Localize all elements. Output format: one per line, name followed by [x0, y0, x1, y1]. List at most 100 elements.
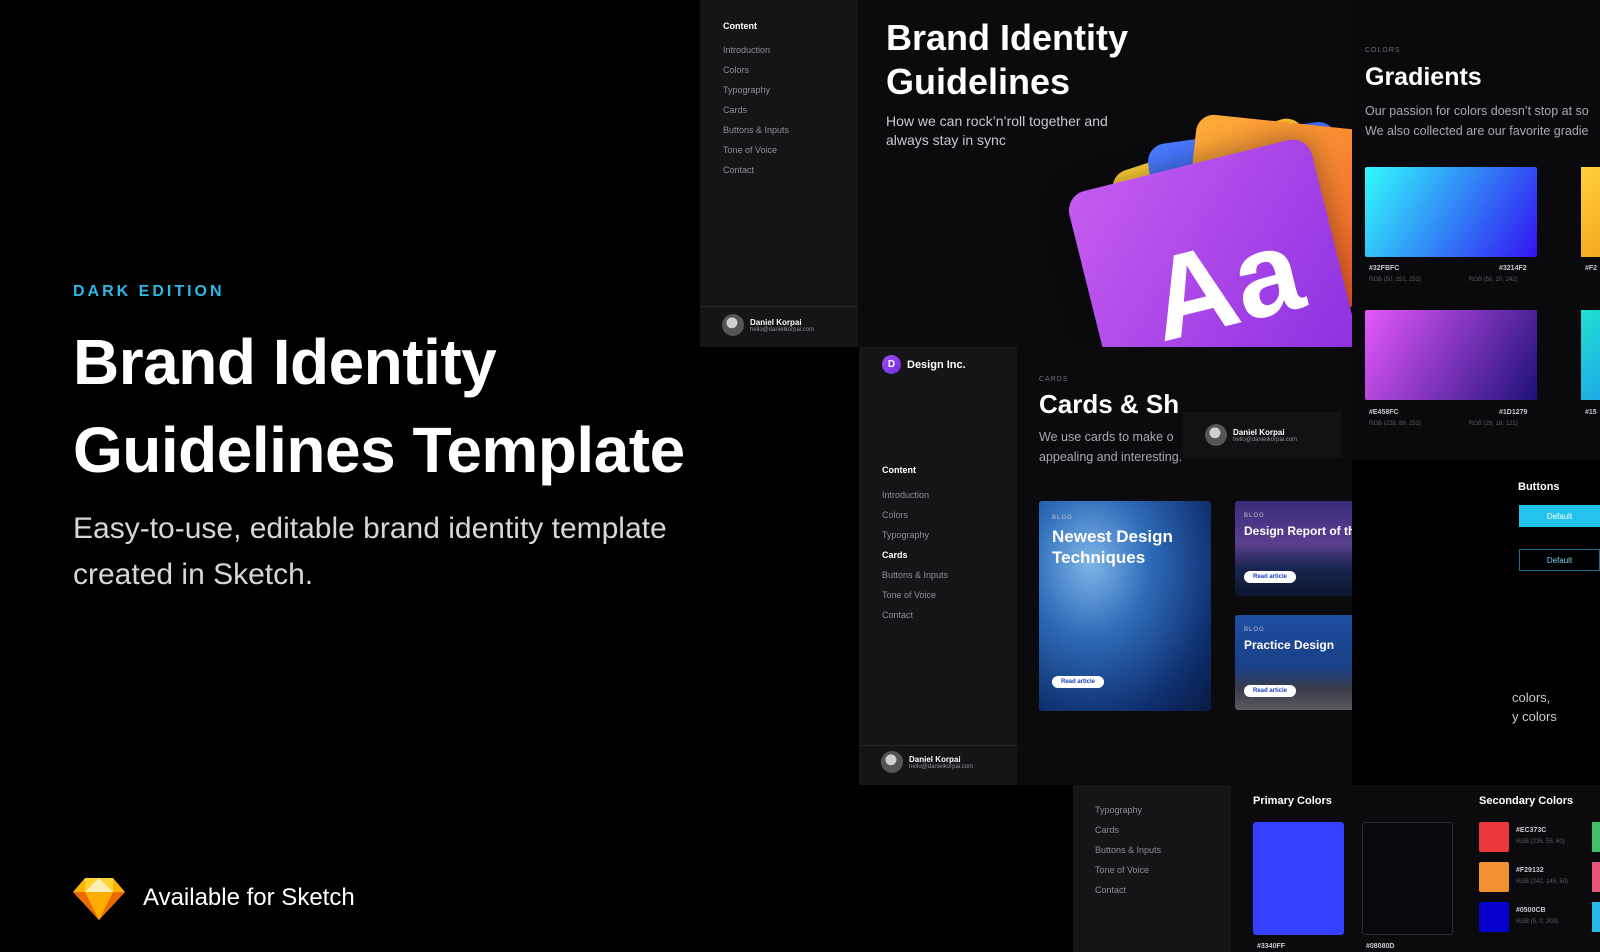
cards-subtitle-line-2: appealing and interesting.	[1039, 450, 1183, 464]
nav-item-tone-of-voice[interactable]: Tone of Voice	[1095, 865, 1149, 875]
secondary-swatch-orange[interactable]	[1479, 862, 1509, 892]
nav-item-contact[interactable]: Contact	[882, 610, 913, 620]
gradients-subtitle-line-2: We also collected are our favorite gradi…	[1365, 124, 1589, 138]
secondary-swatch-red[interactable]	[1479, 822, 1509, 852]
cards-label: CARDS	[1039, 376, 1069, 383]
intro-title-line-1: Brand Identity	[886, 17, 1129, 58]
gradient-hex-partial-1: #F2	[1585, 265, 1598, 272]
brand-name: Design Inc.	[907, 358, 966, 371]
gradients-subtitle: Our passion for colors doesn’t stop at s…	[1365, 101, 1589, 141]
secondary-hex-red: #EC373C	[1516, 827, 1547, 834]
gradient-rgb-a: RGB (228, 88, 252)	[1369, 421, 1422, 427]
hero-subtitle-line-2: created in Sketch.	[73, 558, 314, 591]
nav-item-colors[interactable]: Colors	[723, 65, 749, 75]
card-tag: BLOG	[1244, 627, 1265, 633]
secondary-rgb-red: RGB (236, 55, 60)	[1516, 839, 1565, 845]
gradients-subtitle-line-1: Our passion for colors doesn’t stop at s…	[1365, 104, 1589, 118]
primary-swatch-blue[interactable]	[1253, 822, 1344, 935]
card-title: Newest Design Techniques	[1052, 527, 1173, 567]
card-tag: BLOG	[1052, 515, 1073, 521]
brand-logo-icon: D	[882, 355, 901, 374]
secondary-swatch-partial-pink[interactable]	[1592, 862, 1600, 892]
gradient-swatch-partial-yellow[interactable]	[1581, 167, 1600, 257]
gradients-title: Gradients	[1365, 63, 1482, 91]
nav-item-typography[interactable]: Typography	[1095, 805, 1142, 815]
primary-hex-blue: #3340FF	[1257, 943, 1286, 950]
hero-title-line-2: Guidelines Template	[73, 414, 685, 486]
card-title: Design Report of the Month	[1244, 524, 1352, 538]
nav-item-contact[interactable]: Contact	[723, 165, 754, 175]
gradient-swatch-pink-navy[interactable]	[1365, 310, 1537, 400]
gradient-swatch-cyan-blue[interactable]	[1365, 167, 1537, 257]
read-article-button[interactable]: Read article	[1244, 571, 1297, 583]
gradient-hex-a: #E458FC	[1369, 409, 1399, 416]
nav-item-tone-of-voice[interactable]: Tone of Voice	[723, 145, 777, 155]
sketch-availability: Available for Sketch	[73, 876, 355, 920]
primary-hex-dark: #08080D	[1366, 943, 1395, 950]
nav-item-introduction[interactable]: Introduction	[882, 490, 929, 500]
hero-subtitle-line-1: Easy-to-use, editable brand identity tem…	[73, 512, 667, 545]
default-outline-button[interactable]: Default	[1519, 549, 1600, 571]
intro-title-line-2: Guidelines	[886, 61, 1071, 102]
author-block: Daniel Korpai hello@danielkorpai.com	[722, 314, 814, 336]
secondary-swatch-partial-cyan[interactable]	[1592, 902, 1600, 932]
default-filled-button[interactable]: Default	[1519, 505, 1600, 527]
article-card[interactable]: BLOG Practice Design Read article	[1235, 615, 1352, 710]
sidebar-divider	[859, 745, 1017, 746]
colors-panel: Primary Colors #3340FF #08080D Secondary…	[1231, 785, 1600, 952]
edition-kicker: DARK EDITION	[73, 283, 225, 300]
article-card[interactable]: BLOG Design Report of the Month Read art…	[1235, 501, 1352, 596]
nav-item-cards[interactable]: Cards	[723, 105, 747, 115]
nav-item-buttons-inputs[interactable]: Buttons & Inputs	[723, 125, 789, 135]
secondary-swatch-blue[interactable]	[1479, 902, 1509, 932]
card-title: Practice Design	[1244, 638, 1335, 652]
secondary-hex-blue: #0500CB	[1516, 907, 1546, 914]
read-article-button[interactable]: Read article	[1244, 685, 1297, 697]
nav-heading: Content	[882, 465, 916, 475]
avatar	[881, 751, 903, 773]
colors-text-fragment-line-2: y colors	[1512, 709, 1557, 724]
gradient-rgb-b: RGB (50, 20, 242)	[1469, 277, 1518, 283]
nav-item-buttons-inputs[interactable]: Buttons & Inputs	[882, 570, 948, 580]
intro-subtitle-line-2: always stay in sync	[886, 132, 1006, 148]
secondary-hex-orange: #F29132	[1516, 867, 1544, 874]
nav-item-buttons-inputs[interactable]: Buttons & Inputs	[1095, 845, 1161, 855]
nav-item-cards-active[interactable]: Cards	[882, 550, 908, 560]
author-block: Daniel Korpai hello@danielkorpai.com	[881, 751, 973, 773]
nav-item-cards[interactable]: Cards	[1095, 825, 1119, 835]
sketch-label: Available for Sketch	[143, 884, 355, 911]
avatar	[722, 314, 744, 336]
avatar	[1205, 424, 1227, 446]
gradients-label: COLORS	[1365, 47, 1401, 54]
cards-subtitle: We use cards to make o appealing and int…	[1039, 427, 1182, 467]
gradient-swatch-partial-teal[interactable]	[1581, 310, 1600, 400]
author-name: Daniel Korpai	[1233, 427, 1285, 437]
author-email: hello@danielkorpai.com	[909, 763, 974, 770]
colors-text-fragment: colors, y colors	[1512, 688, 1557, 726]
primary-swatch-dark[interactable]	[1362, 822, 1453, 935]
nav-item-introduction[interactable]: Introduction	[723, 45, 770, 55]
gradient-hex-partial-2: #15	[1585, 409, 1597, 416]
nav-item-typography[interactable]: Typography	[882, 530, 929, 540]
author-email: hello@danielkorpai.com	[1233, 436, 1298, 443]
nav-item-contact[interactable]: Contact	[1095, 885, 1126, 895]
author-name: Daniel Korpai	[909, 754, 961, 764]
read-article-button[interactable]: Read article	[1052, 676, 1105, 688]
secondary-rgb-blue: RGB (5, 0, 203)	[1516, 919, 1559, 925]
cards-sidebar-panel: D Design Inc. Content Introduction Color…	[859, 347, 1017, 785]
intro-title: Brand Identity Guidelines	[886, 16, 1206, 104]
nav-item-tone-of-voice[interactable]: Tone of Voice	[882, 590, 936, 600]
article-card[interactable]: BLOG Newest Design Techniques Read artic…	[1039, 501, 1211, 711]
intro-subtitle-line-1: How we can rock’n’roll together and	[886, 113, 1108, 129]
sidebar-divider	[700, 306, 858, 307]
nav-item-typography[interactable]: Typography	[723, 85, 770, 95]
author-chip: Daniel Korpai hello@danielkorpai.com	[1183, 412, 1342, 458]
brand-header: D Design Inc.	[882, 355, 966, 374]
gradients-panel: COLORS Gradients Our passion for colors …	[1352, 0, 1600, 460]
secondary-colors-title: Secondary Colors	[1479, 795, 1574, 807]
intro-subtitle: How we can rock’n’roll together and alwa…	[886, 112, 1136, 150]
buttons-title: Buttons	[1518, 481, 1560, 493]
nav-item-colors[interactable]: Colors	[882, 510, 908, 520]
secondary-swatch-partial-green[interactable]	[1592, 822, 1600, 852]
colors-text-fragment-line-1: colors,	[1512, 690, 1551, 705]
